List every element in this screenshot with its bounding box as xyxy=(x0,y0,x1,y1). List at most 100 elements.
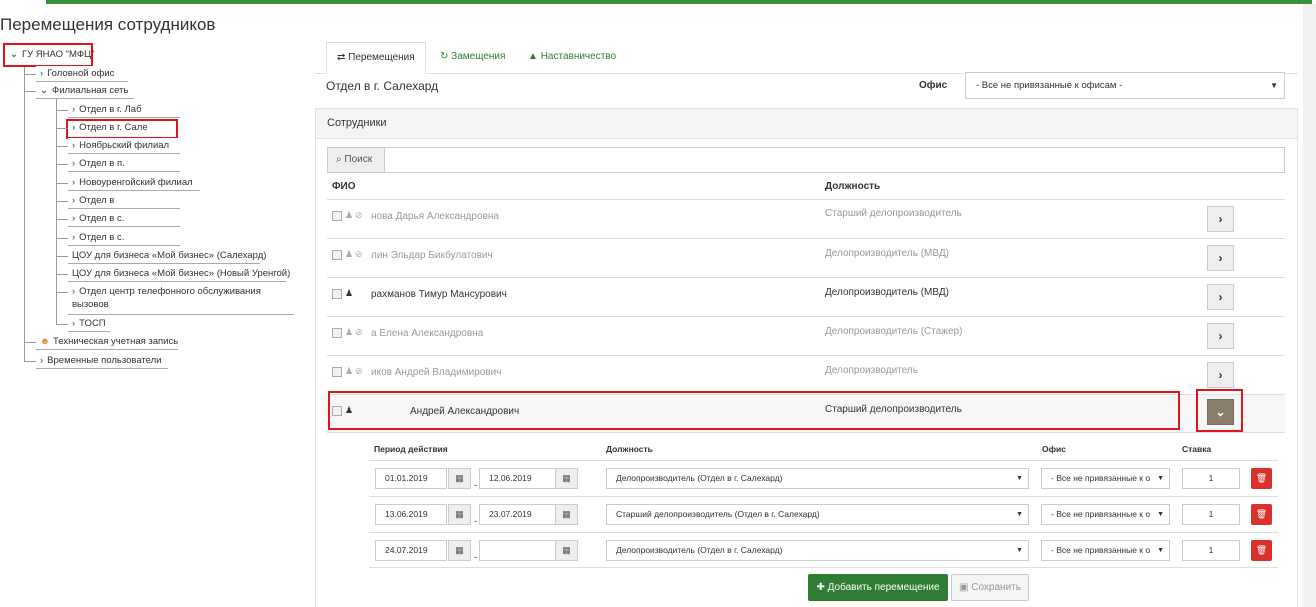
office-filter-select[interactable]: - Все не привязанные к офисам - ▼ xyxy=(965,72,1285,99)
tree-item-temp-users[interactable]: › Временные пользователи xyxy=(36,353,168,369)
row-checkbox[interactable] xyxy=(332,250,342,260)
open-row-button[interactable]: › xyxy=(1207,323,1234,349)
floppy-icon: ▣ xyxy=(959,582,972,593)
office-select[interactable]: - Все не привязанные к о ▼ xyxy=(1041,504,1170,525)
open-row-button[interactable]: › xyxy=(1207,245,1234,271)
tab-substitutions[interactable]: ↻ Замещения xyxy=(430,42,520,74)
search-input[interactable] xyxy=(386,148,1284,172)
page-title: Перемещения сотрудников xyxy=(0,15,216,34)
date-from-input[interactable]: 01.01.2019 xyxy=(375,468,447,489)
ban-icon: ⊘ xyxy=(355,249,363,259)
page-scrollbar[interactable] xyxy=(1303,4,1316,607)
calendar-icon[interactable]: ▦ xyxy=(448,540,471,561)
tree-item-branch[interactable]: › Отдел в п. xyxy=(68,156,180,172)
tree-item-tosp[interactable]: › ТОСП xyxy=(68,316,110,332)
tree-item-branch[interactable]: › Отдел в с. xyxy=(68,230,180,246)
tree-item-label: ТОСП xyxy=(79,318,106,329)
tree-root-label: ГУ ЯНАО "МФЦ" xyxy=(21,49,95,60)
tab-transfers[interactable]: ⇄ Перемещения xyxy=(326,42,426,74)
open-row-button[interactable]: › xyxy=(1207,284,1234,310)
trash-icon[interactable]: 🗑 xyxy=(1251,504,1272,525)
calendar-icon[interactable]: ▦ xyxy=(448,504,471,525)
tree-item-head-office[interactable]: › Головной офис xyxy=(36,66,128,82)
tree-item-branch[interactable]: › Отдел в г. Лаб xyxy=(68,102,180,118)
rate-input[interactable]: 1 xyxy=(1182,540,1240,561)
date-to-input[interactable]: 23.07.2019 xyxy=(479,504,556,525)
table-row[interactable]: ♟ рахманов Тимур Мансурович Делопроизвод… xyxy=(327,277,1285,316)
calendar-icon[interactable]: ▦ xyxy=(448,468,471,489)
open-row-button[interactable]: › xyxy=(1207,362,1234,388)
tab-label: Замещения xyxy=(451,51,506,62)
chevron-down-icon: ⌄ xyxy=(40,85,48,96)
row-checkbox[interactable] xyxy=(332,328,342,338)
trash-icon[interactable]: 🗑 xyxy=(1251,540,1272,561)
tree-item-label: Головной офис xyxy=(47,68,115,79)
tree-line xyxy=(56,324,68,325)
caret-down-icon: ▼ xyxy=(1157,511,1164,518)
position-select[interactable]: Делопроизводитель (Отдел в г. Салехард) ▼ xyxy=(606,468,1029,489)
tree-item-branch-network[interactable]: ⌄ Филиальная сеть xyxy=(36,83,134,99)
tree-root[interactable]: ⌄ ГУ ЯНАО "МФЦ" xyxy=(6,47,94,63)
tree-item-label: Отдел в xyxy=(79,195,115,206)
table-row[interactable]: ♟ ⊘ а Елена Александровна Делопроизводите… xyxy=(327,316,1285,355)
tree-item-branch[interactable]: › Новоуренгойский филиал xyxy=(68,175,200,191)
caret-down-icon: ▼ xyxy=(1270,81,1278,90)
user-icon: ♟ xyxy=(345,327,354,337)
col-header-office: Офис xyxy=(1042,444,1067,454)
chevron-right-icon: › xyxy=(1218,368,1223,382)
calendar-icon[interactable]: ▦ xyxy=(555,504,578,525)
tree-line xyxy=(24,66,25,362)
table-row[interactable]: ♟ ⊘ нова Дарья Александровна Старший дело… xyxy=(327,199,1285,238)
tree-item-label: Отдел в с. xyxy=(79,213,125,224)
chevron-right-icon: › xyxy=(72,122,76,133)
position-select[interactable]: Старший делопроизводитель (Отдел в г. Са… xyxy=(606,504,1029,525)
date-from-input[interactable]: 13.06.2019 xyxy=(375,504,447,525)
row-checkbox[interactable] xyxy=(332,289,342,299)
table-row[interactable]: ♟ ⊘ лин Эльдар Бикбулатович Делопроизводи… xyxy=(327,238,1285,277)
rate-input[interactable]: 1 xyxy=(1182,468,1240,489)
tree-line xyxy=(24,361,36,362)
search-button[interactable]: ⌕ Поиск xyxy=(328,148,385,172)
user-icon: ♟ xyxy=(345,210,354,220)
date-from-input[interactable]: 24.07.2019 xyxy=(375,540,447,561)
save-button[interactable]: ▣ Сохранить xyxy=(951,574,1029,601)
tree-item-business-center-salekhard[interactable]: ЦОУ для бизнеса «Мой бизнес» (Салехард) xyxy=(68,248,266,264)
ban-icon: ⊘ xyxy=(355,366,363,376)
add-transfer-button[interactable]: ✚ Добавить перемещение xyxy=(808,574,948,601)
chevron-right-icon: › xyxy=(40,68,44,79)
date-to-input[interactable] xyxy=(479,540,556,561)
exchange-icon: ⇄ xyxy=(337,52,349,63)
rate-input[interactable]: 1 xyxy=(1182,504,1240,525)
office-select[interactable]: - Все не привязанные к о ▼ xyxy=(1041,468,1170,489)
tab-mentoring[interactable]: ▲ Наставничество xyxy=(518,42,638,74)
open-row-button[interactable]: › xyxy=(1207,206,1234,232)
row-checkbox[interactable] xyxy=(332,211,342,221)
tree-item-branch-selected[interactable]: › Отдел в г. Сале xyxy=(68,120,176,136)
transfer-row: 13.06.2019 ▦ - 23.07.2019 ▦ Старший дело… xyxy=(369,496,1278,532)
employee-name: рахманов Тимур Мансурович xyxy=(371,289,507,300)
caret-down-icon: ▼ xyxy=(1016,475,1023,482)
row-checkbox[interactable] xyxy=(332,367,342,377)
calendar-icon[interactable]: ▦ xyxy=(555,468,578,489)
calendar-icon[interactable]: ▦ xyxy=(555,540,578,561)
highlight-box xyxy=(328,391,1180,430)
graduation-cap-icon: ▲ xyxy=(528,51,541,62)
office-select[interactable]: - Все не привязанные к о ▼ xyxy=(1041,540,1170,561)
date-to-input[interactable]: 12.06.2019 xyxy=(479,468,556,489)
position-select[interactable]: Делопроизводитель (Отдел в г. Салехард) ▼ xyxy=(606,540,1029,561)
refresh-icon: ↻ xyxy=(440,51,452,62)
save-label: Сохранить xyxy=(971,582,1021,593)
trash-icon[interactable]: 🗑 xyxy=(1251,468,1272,489)
tree-item-business-center-urengoy[interactable]: ЦОУ для бизнеса «Мой бизнес» (Новый Урен… xyxy=(68,266,290,282)
tree-item-label: Отдел в п. xyxy=(79,158,125,169)
tree-item-label: Филиальная сеть xyxy=(51,85,129,96)
tree-item-branch[interactable]: › Отдел в xyxy=(68,193,180,209)
chevron-right-icon: › xyxy=(72,213,76,224)
table-row[interactable]: ♟ ⊘ иков Андрей Владимирович Делопроизвод… xyxy=(327,355,1285,394)
tree-item-tech-account[interactable]: ☻ Техническая учетная запись xyxy=(36,334,178,350)
tree-item-branch[interactable]: › Отдел в с. xyxy=(68,211,180,227)
tree-item-label: ЦОУ для бизнеса «Мой бизнес» (Салехард) xyxy=(72,250,267,261)
tree-item-call-center[interactable]: › Отдел центр телефонного обслуживания вы… xyxy=(68,285,294,315)
panel-title: Сотрудники xyxy=(316,109,1297,139)
tree-item-branch[interactable]: › Ноябрьский филиал xyxy=(68,138,180,154)
